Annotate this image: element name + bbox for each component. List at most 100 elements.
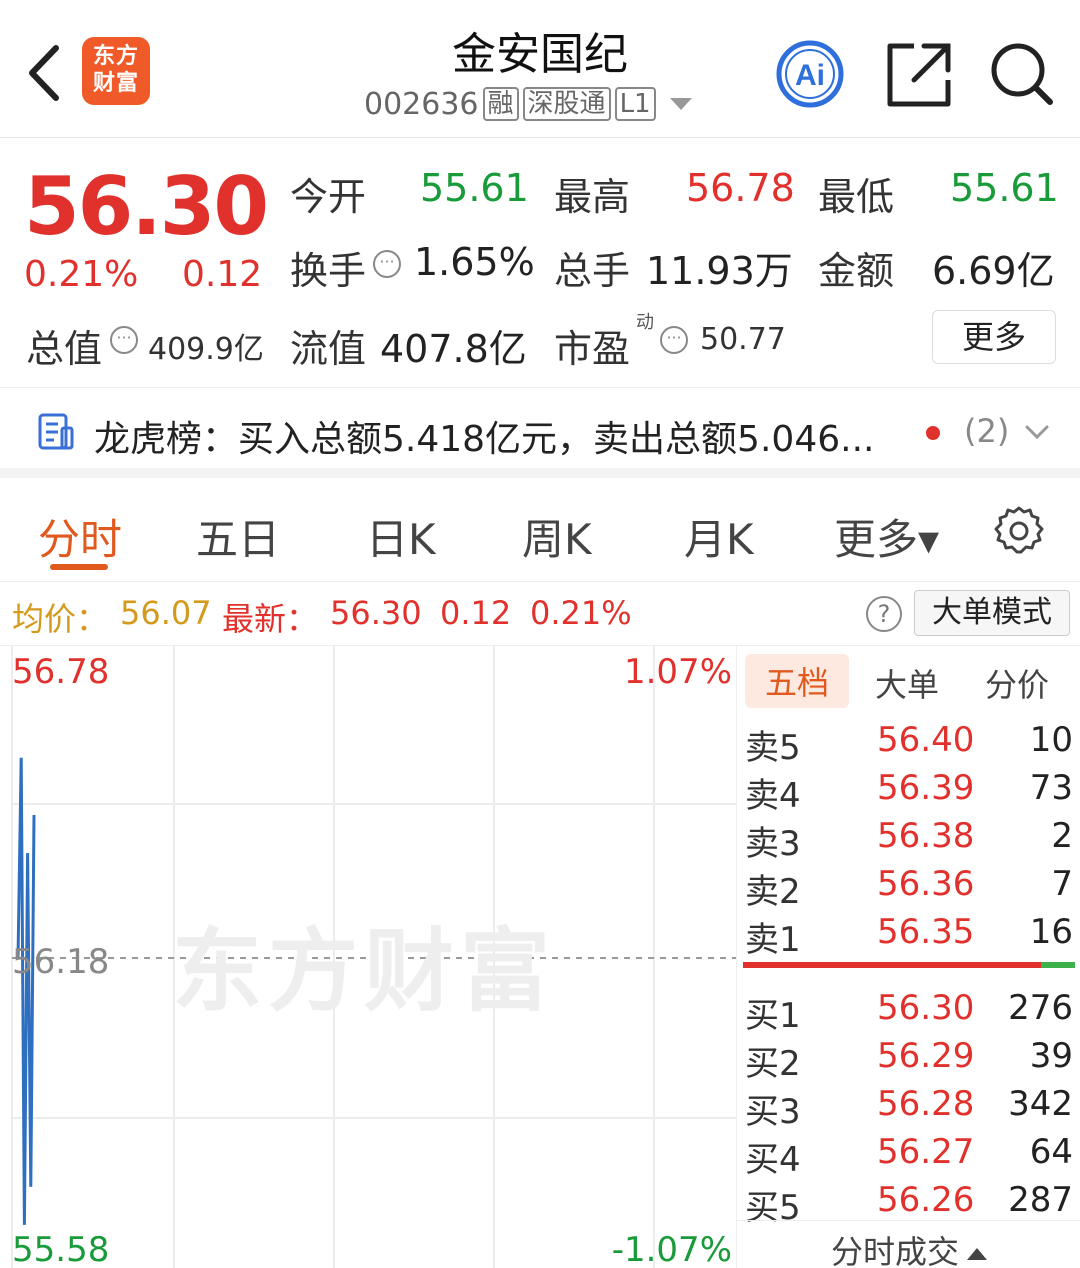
ask-volume: 73 [1029, 768, 1073, 808]
pe-label: 市盈 [554, 327, 631, 371]
volume-value: 11.93万 [646, 249, 793, 293]
bid-row: 买2 56.29 39 [737, 1030, 1080, 1084]
y-mid-price: 56.18 [12, 942, 110, 982]
bid-row: 买3 56.28 342 [737, 1078, 1080, 1132]
tag-margin: 融 [482, 87, 519, 121]
open-value: 55.61 [420, 166, 529, 210]
ask-price: 56.38 [877, 816, 975, 856]
y-bottom-price: 55.58 [12, 1230, 110, 1268]
price-series-line [16, 757, 36, 1225]
order-book: 五档 大单 分价 卖5 56.40 10 卖4 56.39 73 卖3 56.3… [736, 646, 1080, 1268]
amount-value: 6.69亿 [932, 249, 1055, 293]
change-amount: 0.12 [182, 254, 263, 295]
search-icon[interactable] [986, 38, 1058, 110]
turnover-info-icon[interactable]: ··· [373, 250, 401, 278]
tab-big-orders[interactable]: 大单 [875, 660, 939, 706]
turnover-label: 换手 [290, 249, 367, 293]
y-top-price: 56.78 [12, 652, 110, 692]
bid-volume: 342 [1008, 1084, 1073, 1124]
y-top-percent: 1.07% [623, 652, 732, 692]
quote-panel: 56.30 0.21% 0.12 今开 55.61 最高 56.78 最低 55… [0, 138, 1080, 388]
pe-info-icon[interactable]: ··· [660, 326, 688, 354]
tab-weekly-k[interactable]: 周K [522, 506, 592, 567]
caret-up-icon [967, 1248, 987, 1260]
turnover-value: 1.65% [414, 240, 535, 284]
pe-value: 50.77 [700, 322, 786, 357]
avg-price-label: 均价： [12, 600, 109, 638]
latest-change: 0.12 [440, 594, 512, 632]
tab-monthly-k[interactable]: 月K [684, 506, 754, 567]
share-icon[interactable] [884, 38, 956, 110]
avg-price-value: 56.07 [120, 594, 212, 632]
intraday-summary-bar: 均价： 56.07 最新： 56.30 0.12 0.21% ? 大单模式 [0, 582, 1080, 646]
tab-price-distribution[interactable]: 分价 [985, 660, 1049, 706]
low-value: 55.61 [950, 166, 1059, 210]
order-book-tabs: 五档 大单 分价 [737, 646, 1080, 714]
more-quote-button[interactable]: 更多 [932, 310, 1056, 364]
low-label: 最低 [818, 175, 895, 219]
stock-subtitle[interactable]: 002636 融 深股通 L1 [364, 84, 692, 124]
ask-volume: 7 [1051, 864, 1073, 904]
settings-gear-icon[interactable] [992, 504, 1046, 562]
bid-price: 56.28 [877, 1084, 975, 1124]
bid-row: 买1 56.30 276 [737, 982, 1080, 1036]
intraday-chart[interactable]: 东方财富 56.78 56.18 55.58 1.07% -1.07% [0, 646, 736, 1268]
bid-volume: 39 [1029, 1036, 1073, 1076]
latest-label: 最新： [222, 600, 319, 638]
bid-price: 56.29 [877, 1036, 975, 1076]
volume-label: 总手 [554, 249, 631, 293]
bid-row: 买4 56.27 64 [737, 1126, 1080, 1180]
tag-connect: 深股通 [522, 87, 611, 121]
ask-label: 卖1 [745, 920, 801, 960]
dragon-tiger-text: 龙虎榜：买入总额5.418亿元，卖出总额5.046... [94, 419, 875, 460]
bid-price: 56.27 [877, 1132, 975, 1172]
bid-volume: 64 [1029, 1132, 1073, 1172]
buy-sell-ratio-bar [743, 962, 1075, 968]
active-tab-indicator [50, 564, 108, 570]
bid-price: 56.26 [877, 1180, 975, 1220]
tab-intraday[interactable]: 分时 [38, 506, 122, 567]
sell-ratio-segment [1041, 962, 1075, 968]
latest-value: 56.30 [330, 594, 422, 632]
buy-ratio-segment [743, 962, 1041, 968]
intraday-trades-toggle[interactable]: 分时成交 [737, 1220, 1080, 1268]
tag-level: L1 [614, 87, 656, 121]
high-value: 56.78 [686, 166, 795, 210]
ask-price: 56.35 [877, 912, 975, 952]
ask-row: 卖4 56.39 73 [737, 762, 1080, 816]
ask-volume: 10 [1029, 720, 1073, 760]
unread-dot [926, 426, 940, 440]
dragon-tiger-count: (2) [964, 412, 1010, 450]
bid-price: 56.30 [877, 988, 975, 1028]
chevron-down-icon[interactable] [1024, 424, 1050, 446]
mktcap-value: 409.9亿 [148, 332, 264, 367]
stock-code: 002636 [364, 86, 479, 122]
ask-row: 卖2 56.36 7 [737, 858, 1080, 912]
float-value: 407.8亿 [380, 327, 527, 371]
mktcap-info-icon[interactable]: ··· [110, 326, 138, 354]
document-icon [36, 412, 76, 456]
bid-row: 买5 56.26 287 [737, 1174, 1080, 1228]
ask-price: 56.36 [877, 864, 975, 904]
y-bottom-percent: -1.07% [611, 1230, 732, 1268]
open-label: 今开 [290, 175, 367, 219]
ask-row: 卖3 56.38 2 [737, 810, 1080, 864]
bid-volume: 276 [1008, 988, 1073, 1028]
ai-icon[interactable]: Ai [774, 38, 846, 110]
high-label: 最高 [554, 175, 631, 219]
tab-more[interactable]: 更多▾ [834, 506, 939, 567]
tab-daily-k[interactable]: 日K [366, 506, 436, 567]
ask-row: 卖1 56.35 16 [737, 906, 1080, 960]
pe-dynamic-mark: 动 [636, 312, 654, 333]
tab-five-levels[interactable]: 五档 [745, 654, 850, 708]
chart-period-tabs: 分时 五日 日K 周K 月K 更多▾ [0, 478, 1080, 582]
help-icon[interactable]: ? [866, 596, 902, 632]
caret-down-icon [669, 98, 692, 110]
big-order-mode-button[interactable]: 大单模式 [914, 590, 1070, 636]
tab-five-day[interactable]: 五日 [196, 506, 280, 567]
dragon-tiger-row[interactable]: 龙虎榜：买入总额5.418亿元，卖出总额5.046... (2) [0, 388, 1080, 478]
current-price: 56.30 [24, 160, 269, 253]
intraday-trades-label: 分时成交 [830, 1233, 959, 1268]
amount-label: 金额 [818, 249, 895, 293]
ask-price: 56.40 [877, 720, 975, 760]
